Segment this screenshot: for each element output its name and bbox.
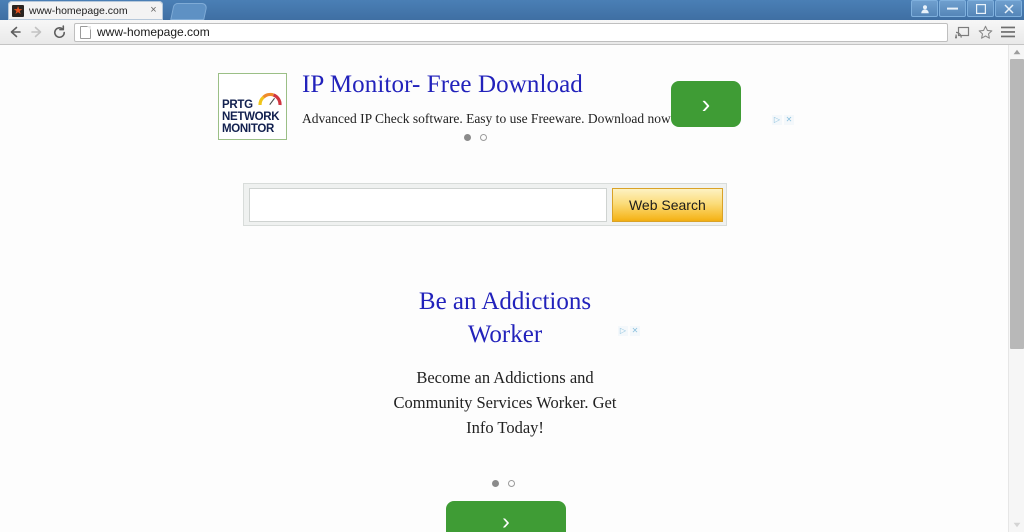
scrollbar-thumb[interactable] <box>1010 59 1024 349</box>
user-profile-button[interactable] <box>911 0 938 17</box>
ad-top-carousel-dots[interactable] <box>464 134 487 141</box>
scroll-down-icon[interactable] <box>1009 518 1024 532</box>
minimize-button[interactable] <box>939 0 966 17</box>
maximize-button[interactable] <box>967 0 994 17</box>
browser-tab[interactable]: ★ www-homepage.com × <box>8 1 163 20</box>
tab-title: www-homepage.com <box>29 4 128 17</box>
prtg-network-monitor-logo: PRTG NETWORK MONITOR <box>218 73 287 140</box>
page-viewport: PRTG NETWORK MONITOR IP Monitor- Free Do… <box>0 45 1024 532</box>
ad-top-adchoices[interactable]: ▷ ✕ <box>772 115 794 125</box>
chrome-menu-icon[interactable] <box>1000 24 1016 40</box>
ad-bottom-headline-line1: Be an Addictions <box>418 288 592 315</box>
adchoices-info-icon[interactable]: ▷ <box>772 115 782 125</box>
adchoices-close-icon[interactable]: ✕ <box>630 326 640 336</box>
new-tab-button[interactable] <box>170 3 208 20</box>
chevron-right-icon: › <box>701 89 711 119</box>
close-icon[interactable]: × <box>148 5 159 16</box>
ad-bottom-description-line3: Info Today! <box>466 418 544 437</box>
ad-top-description: Advanced IP Check software. Easy to use … <box>302 111 676 126</box>
browser-toolbar: www-homepage.com <box>0 20 1024 45</box>
close-button[interactable] <box>995 0 1022 17</box>
web-search-button[interactable]: Web Search <box>611 187 723 222</box>
tab-strip: ★ www-homepage.com × <box>0 0 1024 20</box>
ad-banner-top[interactable]: PRTG NETWORK MONITOR IP Monitor- Free Do… <box>218 71 798 153</box>
ad-top-headline[interactable]: IP Monitor- Free Download <box>302 71 583 99</box>
carousel-dot[interactable] <box>480 134 487 141</box>
browser-chrome: ★ www-homepage.com × www-homepage.com <box>0 0 1024 45</box>
reload-icon[interactable] <box>48 21 70 43</box>
star-icon: ★ <box>12 4 24 17</box>
address-bar-url: www-homepage.com <box>97 25 210 39</box>
chevron-right-icon: › <box>502 508 510 532</box>
ad-bottom-cta-button[interactable]: › <box>446 501 566 532</box>
ad-bottom-description-line1: Become an Addictions and <box>416 368 594 387</box>
adchoices-info-icon[interactable]: ▷ <box>618 326 628 336</box>
forward-arrow-icon <box>26 21 48 43</box>
page-scrollbar[interactable] <box>1008 45 1024 532</box>
ad-bottom-adchoices[interactable]: ▷ ✕ <box>618 326 640 336</box>
ad-bottom-headline[interactable]: Be an Addictions Worker <box>340 285 670 351</box>
window-controls <box>911 0 1022 17</box>
bookmark-star-icon[interactable] <box>977 24 993 40</box>
page-icon <box>80 25 91 39</box>
prtg-logo-line2: NETWORK <box>222 111 280 123</box>
cast-icon[interactable] <box>954 24 970 40</box>
prtg-logo-line3: MONITOR <box>222 123 274 135</box>
browser-window: ★ www-homepage.com × www-homepage.com PR… <box>0 0 1024 532</box>
web-search-widget: Web Search <box>243 183 727 226</box>
ad-bottom-description: Become an Addictions and Community Servi… <box>340 365 670 440</box>
address-bar[interactable]: www-homepage.com <box>74 22 948 42</box>
ad-banner-bottom[interactable]: Be an Addictions Worker Become an Addict… <box>340 285 670 532</box>
scroll-up-icon[interactable] <box>1009 45 1024 59</box>
adchoices-close-icon[interactable]: ✕ <box>784 115 794 125</box>
prtg-logo-line1: PRTG <box>222 99 253 111</box>
prtg-logo-text: PRTG NETWORK MONITOR <box>222 99 280 135</box>
back-arrow-icon[interactable] <box>4 21 26 43</box>
ad-bottom-carousel-dots[interactable] <box>492 480 515 487</box>
ad-top-cta-button[interactable]: › <box>671 81 741 127</box>
carousel-dot[interactable] <box>508 480 515 487</box>
toolbar-icons <box>954 24 1016 40</box>
carousel-dot-active[interactable] <box>464 134 471 141</box>
carousel-dot-active[interactable] <box>492 480 499 487</box>
search-input[interactable] <box>249 187 607 222</box>
ad-bottom-description-line2: Community Services Worker. Get <box>393 393 617 412</box>
